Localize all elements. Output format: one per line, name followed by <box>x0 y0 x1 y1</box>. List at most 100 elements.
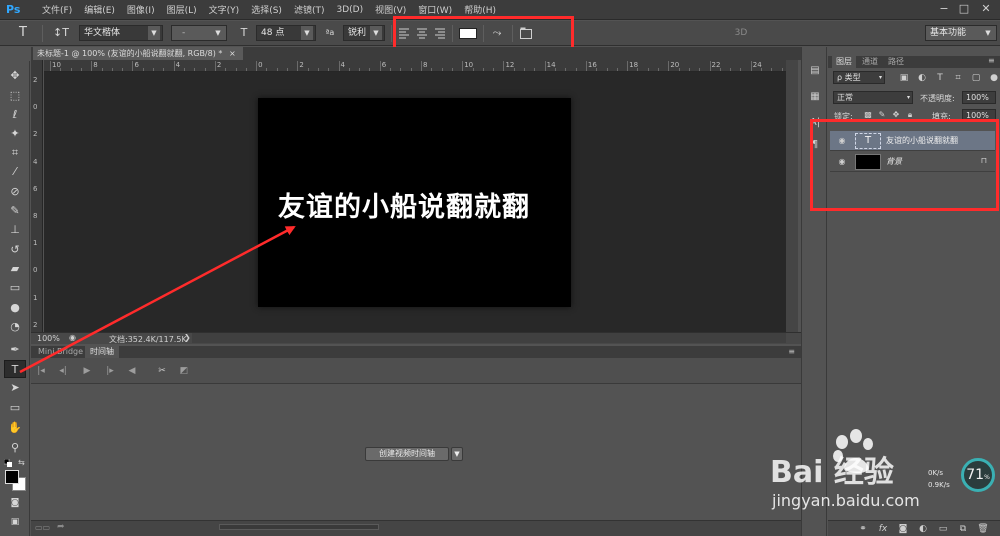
layer-style-icon[interactable]: fx <box>876 523 890 535</box>
font-style-value: - <box>182 28 186 38</box>
minimize-button[interactable]: − <box>935 2 953 16</box>
layer-filter-select[interactable]: ρ 类型 ▾ <box>833 71 885 84</box>
history-brush-tool-icon[interactable]: ↺ <box>4 241 26 259</box>
tab-paths[interactable]: 路径 <box>884 56 908 68</box>
trash-icon[interactable]: 🗑︎ <box>976 523 990 535</box>
lasso-tool-icon[interactable]: ℓ <box>4 106 26 124</box>
filter-smart-object-icon[interactable]: ▢ <box>970 72 982 84</box>
status-menu-icon[interactable]: ◉ <box>69 333 76 342</box>
zoom-slider[interactable] <box>219 524 379 530</box>
audio-icon[interactable]: ◀ <box>125 364 139 378</box>
adjustment-layer-icon[interactable]: ◐ <box>916 523 930 535</box>
filter-shape-icon[interactable]: ⌗ <box>952 72 964 84</box>
screen-mode-icon[interactable]: ▣ <box>4 513 26 531</box>
pen-tool-icon[interactable]: ✒ <box>4 341 26 359</box>
menu-3d[interactable]: 3D(D) <box>330 5 369 15</box>
menu-select[interactable]: 选择(S) <box>245 3 288 16</box>
menu-filter[interactable]: 滤镜(T) <box>288 3 331 16</box>
toggle-orientation-icon[interactable]: ↕T <box>50 25 72 41</box>
menu-layer[interactable]: 图层(L) <box>161 3 203 16</box>
healing-brush-tool-icon[interactable]: ⊘ <box>4 183 26 201</box>
blur-tool-icon[interactable]: ● <box>4 299 26 317</box>
gradient-tool-icon[interactable]: ▭ <box>4 279 26 297</box>
menu-window[interactable]: 窗口(W) <box>412 3 458 16</box>
tab-mini-bridge[interactable]: Mini Bridge <box>33 346 88 358</box>
filter-adjustment-icon[interactable]: ◐ <box>916 72 928 84</box>
chevron-down-icon[interactable]: ▼ <box>451 447 463 461</box>
dodge-tool-icon[interactable]: ◔ <box>4 318 26 336</box>
ruler-tick <box>276 68 278 71</box>
new-layer-icon[interactable]: ⧉ <box>956 523 970 535</box>
clone-stamp-tool-icon[interactable]: ⊥ <box>4 221 26 239</box>
crop-tool-icon[interactable]: ⌗ <box>4 144 26 162</box>
first-frame-icon[interactable]: |◂ <box>34 364 48 378</box>
marquee-tool-icon[interactable]: ⬚ <box>4 87 26 105</box>
filter-pixel-icon[interactable]: ▣ <box>898 72 910 84</box>
tab-channels[interactable]: 通道 <box>858 56 882 68</box>
menu-image[interactable]: 图像(I) <box>121 3 161 16</box>
convert-icon[interactable]: ➦ <box>57 522 65 532</box>
rectangle-tool-icon[interactable]: ▭ <box>4 399 26 417</box>
font-family-select[interactable]: 华文楷体 ▼ <box>79 25 163 41</box>
antialias-select[interactable]: 锐利 ▼ <box>343 25 385 41</box>
path-selection-tool-icon[interactable]: ➤ <box>4 379 26 397</box>
panel-menu-icon[interactable]: ≡ <box>788 347 795 356</box>
status-arrow-icon[interactable]: ❯ <box>184 333 191 342</box>
workspace-select[interactable]: 基本功能 ▼ <box>925 25 997 41</box>
document-text-layer[interactable]: 友谊的小船说翻就翻 <box>278 185 558 224</box>
foreground-color-swatch[interactable] <box>5 470 19 484</box>
brush-tool-icon[interactable]: ✎ <box>4 202 26 220</box>
document-tab[interactable]: 未标题-1 @ 100% (友谊的小船说翻就翻, RGB/8) * × <box>33 47 243 60</box>
magic-wand-tool-icon[interactable]: ✦ <box>4 125 26 143</box>
menu-view[interactable]: 视图(V) <box>369 3 412 16</box>
menu-edit[interactable]: 编辑(E) <box>78 3 121 16</box>
menu-help[interactable]: 帮助(H) <box>458 3 502 16</box>
zoom-level[interactable]: 100% <box>37 334 60 343</box>
close-button[interactable]: ✕ <box>977 2 995 16</box>
hand-tool-icon[interactable]: ✋ <box>4 419 26 437</box>
ruler-tick <box>111 68 113 71</box>
play-icon[interactable]: ▶ <box>80 364 94 378</box>
link-layers-icon[interactable]: ⚭ <box>856 523 870 535</box>
type-tool-preset-icon[interactable]: T <box>10 25 36 41</box>
properties-panel-icon[interactable]: ▦ <box>807 89 823 104</box>
new-group-icon[interactable]: ▭ <box>936 523 950 535</box>
3d-mode-label[interactable]: 3D <box>731 25 751 41</box>
type-tool-icon[interactable]: T <box>4 360 26 378</box>
default-colors-icon[interactable] <box>3 458 12 467</box>
prev-frame-icon[interactable]: ◂| <box>56 364 70 378</box>
close-icon[interactable]: × <box>229 49 236 58</box>
menu-file[interactable]: 文件(F) <box>36 3 78 16</box>
ruler-tick <box>142 68 144 71</box>
timeline-settings-icon[interactable]: ▭▭ <box>35 523 50 532</box>
next-frame-icon[interactable]: |▸ <box>103 364 117 378</box>
panel-menu-icon[interactable]: ≡ <box>988 56 995 65</box>
ruler-tick <box>503 61 505 71</box>
vertical-scrollbar[interactable] <box>786 60 798 332</box>
filter-toggle-icon[interactable]: ● <box>988 72 1000 84</box>
blend-mode-select[interactable]: 正常 ▾ <box>833 91 913 104</box>
filter-type-icon[interactable]: T <box>934 72 946 84</box>
create-video-timeline-button[interactable]: 创建视频时间轴 <box>365 447 449 461</box>
swap-colors-icon[interactable]: ⇆ <box>18 458 27 467</box>
menu-type[interactable]: 文字(Y) <box>203 3 246 16</box>
history-panel-icon[interactable]: ▤ <box>807 63 823 78</box>
split-icon[interactable]: ✂ <box>155 364 169 378</box>
add-mask-icon[interactable]: ◙ <box>896 523 910 535</box>
horizontal-scrollbar[interactable] <box>192 333 786 343</box>
ruler-tick <box>781 68 783 71</box>
zoom-tool-icon[interactable]: ⚲ <box>4 439 26 457</box>
quick-mask-icon[interactable]: ◙ <box>4 494 26 512</box>
tab-layers[interactable]: 图层 <box>832 56 856 68</box>
chevron-down-icon: ▼ <box>301 26 313 40</box>
restore-button[interactable]: □ <box>955 2 973 16</box>
transition-icon[interactable]: ◩ <box>177 364 191 378</box>
ruler-tick <box>400 68 402 71</box>
eyedropper-tool-icon[interactable]: ⁄ <box>4 163 26 181</box>
font-size-select[interactable]: 48 点 ▼ <box>256 25 316 41</box>
tab-timeline[interactable]: 时间轴 <box>85 346 119 358</box>
opacity-input[interactable]: 100% <box>962 91 996 104</box>
font-style-select[interactable]: - ▼ <box>171 25 227 41</box>
move-tool-icon[interactable]: ✥ <box>4 67 26 85</box>
eraser-tool-icon[interactable]: ▰ <box>4 260 26 278</box>
